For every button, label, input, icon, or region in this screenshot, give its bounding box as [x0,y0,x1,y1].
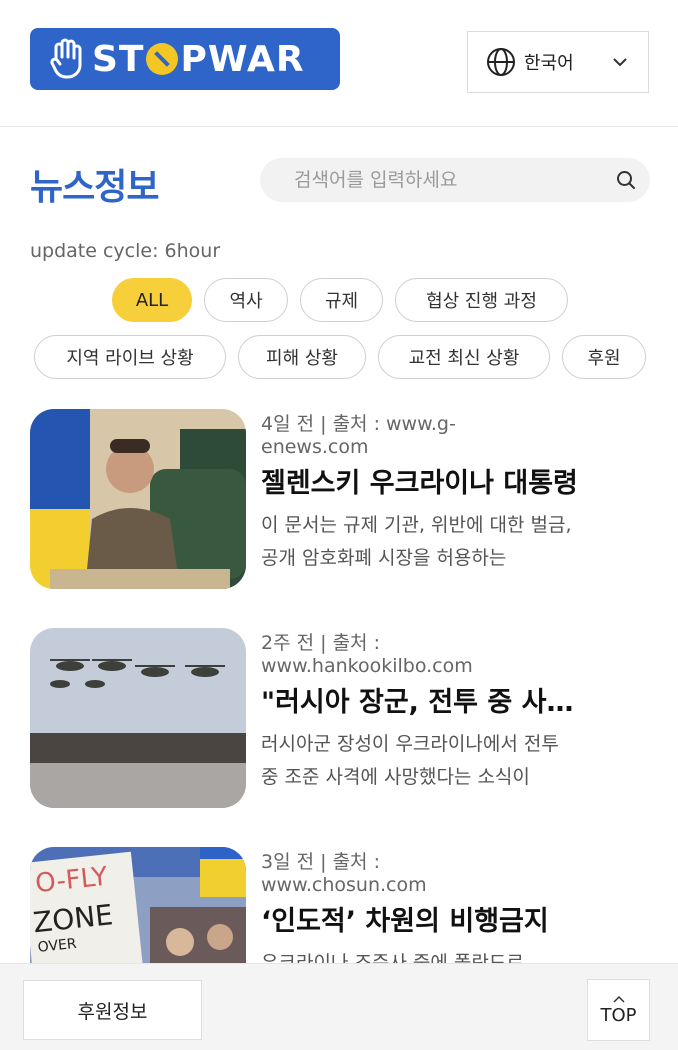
news-meta: 4일 전 | 출처 : www.g-enews.com [261,413,456,458]
news-summary: 러시아군 장성이 우크라이나에서 전투 중 조준 사격에 사망했다는 소식이 [261,733,559,788]
category-chip-negotiation[interactable]: 협상 진행 과정 [395,278,568,322]
chevron-down-icon [613,58,627,67]
language-label: 한국어 [524,53,574,74]
news-title[interactable]: ‘인도적’ 차원의 비행금지 [261,903,581,941]
news-meta: 2주 전 | 출처 : www.hankookilbo.com [261,632,473,677]
scroll-top-button[interactable]: TOP [587,979,650,1041]
search-input[interactable] [260,158,600,202]
news-meta: 3일 전 | 출처 : www.chosun.com [261,851,427,896]
news-thumbnail[interactable] [30,409,246,589]
category-chip-support[interactable]: 후원 [562,335,646,379]
category-chip-regional-live[interactable]: 지역 라이브 상황 [34,335,226,379]
news-thumbnail[interactable] [30,628,246,808]
news-title[interactable]: 젤렌스키 우크라이나 대통령 [261,465,581,503]
sponsor-info-button[interactable]: 후원정보 [23,980,202,1040]
page-title: 뉴스정보 [30,167,159,208]
site-header: ST PWAR 한국어 [0,0,678,127]
category-chip-history[interactable]: 역사 [204,278,288,322]
stop-sign-icon [146,43,179,75]
search-icon[interactable] [616,170,636,190]
globe-icon [487,48,515,76]
category-chip-all[interactable]: ALL [112,278,192,322]
category-chip-regulation[interactable]: 규제 [300,278,383,322]
stopwar-logo[interactable]: ST PWAR [30,28,340,90]
hand-icon [50,38,82,79]
language-select[interactable]: 한국어 [467,31,649,93]
news-item[interactable]: 4일 전 | 출처 : www.g-enews.com 젤렌스키 우크라이나 대… [30,409,650,589]
bottom-bar: 후원정보 TOP [0,963,678,1050]
top-label: TOP [600,1004,637,1026]
news-item[interactable]: 2주 전 | 출처 : www.hankookilbo.com "러시아 장군,… [30,628,650,808]
category-chip-combat[interactable]: 교전 최신 상황 [378,335,550,379]
news-summary: 이 문서는 규제 기관, 위반에 대한 벌금, 공개 암호화폐 시장을 허용하는 [261,514,572,569]
chevron-up-icon [612,995,625,1003]
news-title[interactable]: "러시아 장군, 전투 중 사망" [261,684,581,722]
search-bar [260,158,650,202]
category-chip-damage[interactable]: 피해 상황 [238,335,366,379]
update-cycle-text: update cycle: 6hour [30,240,221,262]
logo-wordmark: ST PWAR [92,38,305,80]
